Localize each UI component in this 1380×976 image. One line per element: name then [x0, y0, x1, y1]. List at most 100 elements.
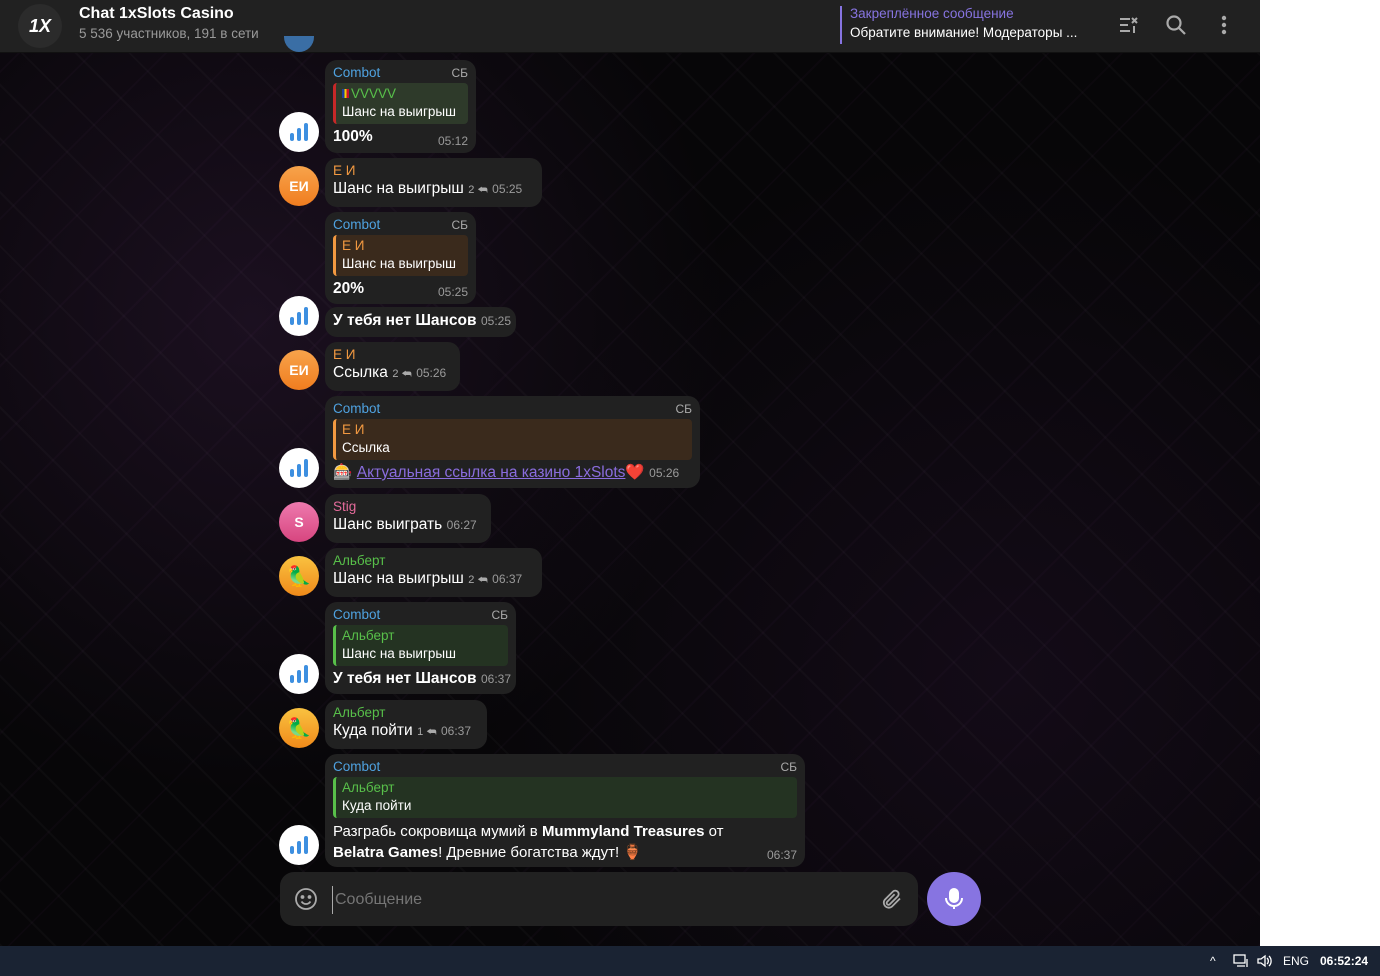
message-text: Разграбь сокровища мумий в Mummyland Tre… [333, 823, 724, 861]
combot-avatar[interactable] [279, 448, 319, 488]
reply-text: Шанс на выигрыш [342, 256, 456, 271]
combot-avatar[interactable] [279, 112, 319, 152]
sender-name[interactable]: Е И [333, 163, 534, 179]
message-time: 05:25 [437, 285, 468, 299]
heart-emoji: ❤️ [625, 464, 645, 481]
sender-name[interactable]: Альберт [333, 553, 534, 569]
reply-arrow-icon: ⮪ [401, 368, 412, 380]
user-avatar-ei[interactable]: ЕИ [279, 350, 319, 390]
pinned-label: Закреплённое сообщение [850, 6, 1014, 21]
casino-link[interactable]: Актуальная ссылка на казино 1xSlots [357, 464, 626, 481]
message-bubble[interactable]: Альберт Куда пойти 1 ⮪ 06:37 [325, 700, 487, 749]
reply-count[interactable]: 2 ⮪ [468, 574, 487, 586]
sender-name[interactable]: Stig [333, 499, 483, 515]
attach-icon[interactable] [880, 887, 904, 916]
reply-sender: VVVVV [342, 85, 462, 103]
user-avatar-albert[interactable]: 🦜 [279, 556, 319, 596]
message-text: Шанс на выигрыш [333, 180, 464, 197]
chat-subtitle: 5 536 участников, 191 в сети [79, 26, 259, 41]
message-bubble[interactable]: Альберт Шанс на выигрыш 2 ⮪ 06:37 [325, 548, 542, 597]
reply-quote[interactable]: Е И Ссылка [333, 419, 692, 460]
voice-record-button[interactable] [927, 872, 981, 926]
user-avatar-albert[interactable]: 🦜 [279, 708, 319, 748]
reply-text: Ссылка [342, 440, 390, 455]
reply-sender: Е И [342, 238, 365, 253]
reply-sender: Е И [342, 422, 365, 437]
message-bubble[interactable]: Е И Шанс на выигрыш 2 ⮪ 05:25 [325, 158, 542, 207]
message-time: 06:27 [446, 518, 477, 532]
message-bubble[interactable]: Combot СБ Е И Ссылка 🎰 Актуальная ссылка… [325, 396, 700, 488]
message-time: 06:37 [766, 848, 797, 862]
reply-quote[interactable]: VVVVV Шанс на выигрыш [333, 83, 468, 124]
network-icon[interactable] [1233, 954, 1249, 971]
message-time: 05:25 [492, 182, 523, 196]
reply-count[interactable]: 2 ⮪ [468, 184, 487, 196]
reply-quote[interactable]: Альберт Куда пойти [333, 777, 797, 818]
reply-text: Шанс на выигрыш [342, 646, 456, 661]
message-text: Шанс выиграть [333, 516, 443, 533]
pinned-text: Обратите внимание! Модераторы ... [850, 25, 1078, 40]
reply-arrow-icon: ⮪ [426, 726, 437, 738]
sender-name[interactable]: Альберт [333, 705, 479, 721]
message-time: 05:25 [480, 314, 512, 328]
reply-quote[interactable]: Е И Шанс на выигрыш [333, 235, 468, 276]
reply-sender: Альберт [342, 780, 395, 795]
message-input[interactable] [332, 886, 857, 914]
user-avatar-stig[interactable]: S [279, 502, 319, 542]
sender-name[interactable]: Combot [333, 217, 468, 233]
slot-machine-emoji: 🎰 [333, 464, 353, 481]
message-time: 05:26 [416, 366, 447, 380]
message-composer [280, 872, 918, 926]
tray-expand-icon[interactable]: ^ [1210, 954, 1216, 968]
more-menu-icon[interactable] [1209, 10, 1239, 40]
admin-badge: СБ [675, 402, 692, 416]
message-text: Ссылка [333, 364, 388, 381]
message-bubble[interactable]: Combot СБ Альберт Шанс на выигрыш У тебя… [325, 602, 516, 694]
reply-quote[interactable]: Альберт Шанс на выигрыш [333, 625, 508, 666]
combot-avatar[interactable] [279, 825, 319, 865]
sender-name[interactable]: Combot [333, 759, 797, 775]
amphora-emoji: 🏺 [623, 844, 643, 861]
reply-text: Шанс на выигрыш [342, 104, 456, 119]
combot-avatar[interactable] [279, 296, 319, 336]
message-bubble[interactable]: Stig Шанс выиграть 06:27 [325, 494, 491, 543]
taskbar-clock[interactable]: 06:52:24 [1320, 954, 1368, 968]
message-time: 06:37 [492, 572, 523, 586]
reply-count[interactable]: 1 ⮪ [417, 726, 436, 738]
message-bubble[interactable]: Combot СБ Е И Шанс на выигрыш 20% 05:25 [325, 212, 476, 304]
message-text: У тебя нет Шансов [333, 312, 477, 329]
message-bubble[interactable]: Е И Ссылка 2 ⮪ 05:26 [325, 342, 460, 391]
emoji-icon[interactable] [294, 887, 318, 916]
message-text: Шанс на выигрыш [333, 570, 464, 587]
admin-badge: СБ [491, 608, 508, 622]
chat-title[interactable]: Chat 1xSlots Casino [79, 5, 234, 23]
message-bubble[interactable]: Combot СБ Альберт Куда пойти Разграбь со… [325, 754, 805, 867]
avatar-image-icon: 🦜 [286, 565, 312, 588]
language-indicator[interactable]: ENG [1283, 954, 1309, 968]
admin-badge: СБ [780, 760, 797, 774]
reply-arrow-icon: ⮪ [477, 574, 488, 586]
search-icon[interactable] [1161, 10, 1191, 40]
sender-name[interactable]: Combot [333, 401, 692, 417]
sender-name[interactable]: Combot [333, 65, 468, 81]
windows-taskbar: ^ ENG 06:52:24 [0, 946, 1380, 976]
avatar-image-icon: 🦜 [286, 717, 312, 740]
combot-avatar[interactable] [279, 654, 319, 694]
pinned-list-icon[interactable] [1113, 10, 1143, 40]
sender-name[interactable]: Е И [333, 347, 452, 363]
microphone-icon [945, 888, 963, 909]
message-bubble[interactable]: Combot СБ VVVVV Шанс на выигрыш 100% 05:… [325, 60, 476, 153]
message-text: Куда пойти [333, 722, 413, 739]
sender-name[interactable]: Combot [333, 607, 508, 623]
message-text: У тебя нет Шансов [333, 670, 477, 687]
flag-icon [342, 89, 349, 98]
user-avatar-ei[interactable]: ЕИ [279, 166, 319, 206]
reply-sender: Альберт [342, 628, 395, 643]
pinned-message[interactable]: Закреплённое сообщение Обратите внимание… [840, 6, 1077, 44]
reply-count[interactable]: 2 ⮪ [392, 368, 411, 380]
volume-icon[interactable] [1257, 954, 1273, 971]
message-time: 06:37 [441, 724, 472, 738]
admin-badge: СБ [451, 218, 468, 232]
chat-avatar[interactable]: 1X [18, 4, 62, 48]
message-bubble[interactable]: У тебя нет Шансов 05:25 [325, 307, 516, 337]
